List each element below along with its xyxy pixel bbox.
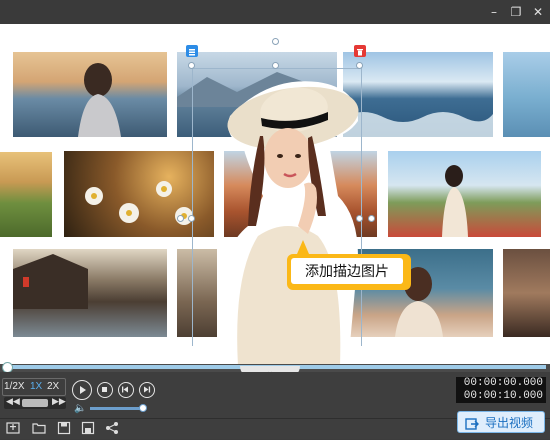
share-icon[interactable] — [105, 421, 119, 435]
preview-canvas[interactable]: 添加描边图片 — [0, 24, 550, 364]
export-icon — [465, 416, 479, 430]
stop-button[interactable] — [97, 382, 113, 398]
resize-handle-right-b[interactable] — [368, 215, 375, 222]
next-frame-button[interactable] — [139, 382, 155, 398]
previous-frame-button[interactable] — [118, 382, 134, 398]
resize-handle-top-right[interactable] — [356, 62, 363, 69]
resize-handle-left-a[interactable] — [177, 215, 184, 222]
house-icon — [13, 254, 88, 309]
export-label: 导出视频 — [485, 416, 534, 430]
minimize-button[interactable]: – — [486, 4, 502, 20]
stop-icon — [102, 387, 107, 392]
rotate-handle[interactable] — [272, 38, 279, 45]
photo-water-town[interactable] — [13, 249, 167, 337]
resize-handle-left-b[interactable] — [188, 215, 195, 222]
tooltip-text: 添加描边图片 — [291, 258, 403, 284]
trash-icon[interactable] — [354, 45, 366, 57]
tooltip-arrow — [297, 240, 309, 254]
current-time: 00:00:00.000 — [463, 377, 543, 389]
close-button[interactable]: ✕ — [530, 4, 546, 20]
speed-slider-thumb[interactable] — [22, 399, 48, 407]
resize-handle-top-left[interactable] — [188, 62, 195, 69]
photo-woman-beach[interactable] — [13, 52, 167, 137]
fast-forward-icon[interactable]: ▶▶ — [52, 396, 66, 407]
play-button[interactable] — [72, 380, 92, 400]
resize-handle-top[interactable] — [272, 62, 279, 69]
volume-slider[interactable] — [90, 407, 144, 410]
list-icon[interactable] — [186, 45, 198, 57]
photo-woman-right-edge[interactable] — [503, 249, 550, 337]
save-icon[interactable] — [57, 421, 71, 435]
open-folder-icon[interactable] — [32, 421, 46, 435]
volume-icon[interactable]: 🔈 — [74, 403, 86, 414]
speed-1x[interactable]: 1X — [30, 381, 42, 392]
save-as-icon[interactable] — [81, 421, 95, 435]
photo-coast-right[interactable] — [503, 52, 550, 137]
next-icon — [144, 386, 151, 393]
volume-handle[interactable] — [139, 404, 147, 412]
tooltip-callout: 添加描边图片 — [287, 254, 411, 290]
export-video-button[interactable]: 导出视频 — [457, 411, 545, 433]
prev-icon — [122, 386, 128, 393]
play-icon — [80, 386, 86, 394]
speed-2x[interactable]: 2X — [47, 381, 59, 392]
time-display: 00:00:00.000 00:00:10.000 — [456, 377, 546, 403]
restore-button[interactable]: ❐ — [508, 4, 524, 20]
title-bar: – ❐ ✕ — [0, 0, 550, 24]
woman-silhouette-icon — [78, 63, 121, 137]
resize-handle-right-a[interactable] — [356, 215, 363, 222]
speed-slider[interactable]: ◀◀ ▶▶ — [4, 396, 66, 409]
photo-vineyard[interactable] — [0, 152, 52, 237]
add-media-icon[interactable] — [6, 421, 20, 435]
cutout-woman-image[interactable] — [208, 76, 428, 364]
speed-half[interactable]: 1/2X — [4, 381, 25, 392]
total-time: 00:00:10.000 — [463, 390, 543, 402]
rewind-icon[interactable]: ◀◀ — [6, 396, 20, 407]
